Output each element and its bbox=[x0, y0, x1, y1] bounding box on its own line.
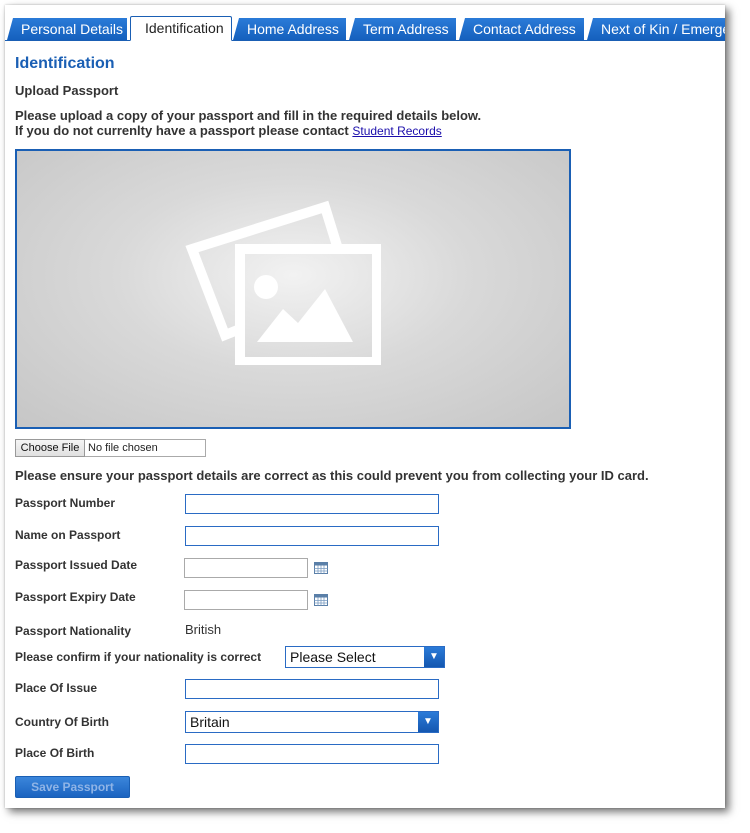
section-title: Upload Passport bbox=[15, 83, 119, 98]
place-of-birth-input[interactable] bbox=[185, 744, 439, 764]
page-title: Identification bbox=[15, 55, 115, 72]
choose-file-button[interactable]: Choose File bbox=[15, 439, 85, 457]
issued-date-label: Passport Issued Date bbox=[15, 558, 138, 572]
image-placeholder-icon bbox=[185, 200, 381, 365]
tab-identification[interactable]: Identification bbox=[130, 16, 232, 41]
calendar-icon[interactable] bbox=[314, 594, 328, 606]
instructions-line-2-text: If you do not currenlty have a passport … bbox=[15, 123, 349, 138]
nationality-value: British bbox=[185, 622, 222, 637]
passport-warning: Please ensure your passport details are … bbox=[15, 468, 649, 483]
instructions-line-2: If you do not currenlty have a passport … bbox=[15, 123, 481, 139]
chevron-down-icon[interactable]: ▼ bbox=[418, 712, 438, 732]
tab-contact-address[interactable]: Contact Address bbox=[459, 18, 584, 40]
expiry-date-label: Passport Expiry Date bbox=[15, 590, 136, 604]
name-on-passport-input[interactable] bbox=[185, 526, 439, 546]
tab-term-address[interactable]: Term Address bbox=[349, 18, 456, 40]
student-records-link[interactable]: Student Records bbox=[352, 124, 441, 138]
profile-window: Personal Details Identification Home Add… bbox=[5, 5, 725, 808]
expiry-date-input[interactable] bbox=[184, 590, 308, 610]
save-passport-button[interactable]: Save Passport bbox=[15, 776, 130, 798]
nationality-label: Passport Nationality bbox=[15, 624, 132, 638]
place-of-birth-label: Place Of Birth bbox=[15, 746, 95, 760]
tab-personal-details[interactable]: Personal Details bbox=[7, 18, 127, 40]
country-of-birth-select[interactable]: Britain ▼ bbox=[185, 711, 439, 733]
instructions-line-1: Please upload a copy of your passport an… bbox=[15, 108, 482, 123]
place-of-issue-input[interactable] bbox=[185, 679, 439, 699]
tab-bar: Personal Details Identification Home Add… bbox=[5, 5, 725, 41]
tab-home-address[interactable]: Home Address bbox=[233, 18, 346, 40]
calendar-icon[interactable] bbox=[314, 562, 328, 574]
confirm-nationality-select[interactable]: Please Select ▼ bbox=[285, 646, 445, 668]
confirm-nationality-label: Please confirm if your nationality is co… bbox=[15, 650, 262, 664]
upload-instructions: Please upload a copy of your passport an… bbox=[15, 108, 481, 139]
passport-number-label: Passport Number bbox=[15, 496, 116, 510]
country-of-birth-label: Country Of Birth bbox=[15, 715, 109, 729]
country-of-birth-selected: Britain bbox=[190, 714, 230, 730]
name-on-passport-label: Name on Passport bbox=[15, 528, 121, 542]
passport-number-input[interactable] bbox=[185, 494, 439, 514]
passport-image-preview bbox=[15, 149, 571, 429]
issued-date-input[interactable] bbox=[184, 558, 308, 578]
confirm-nationality-selected: Please Select bbox=[290, 649, 376, 665]
tab-next-of-kin[interactable]: Next of Kin / Emergency bbox=[587, 18, 725, 40]
chevron-down-icon[interactable]: ▼ bbox=[424, 647, 444, 667]
file-status: No file chosen bbox=[85, 439, 206, 457]
place-of-issue-label: Place Of Issue bbox=[15, 681, 98, 695]
